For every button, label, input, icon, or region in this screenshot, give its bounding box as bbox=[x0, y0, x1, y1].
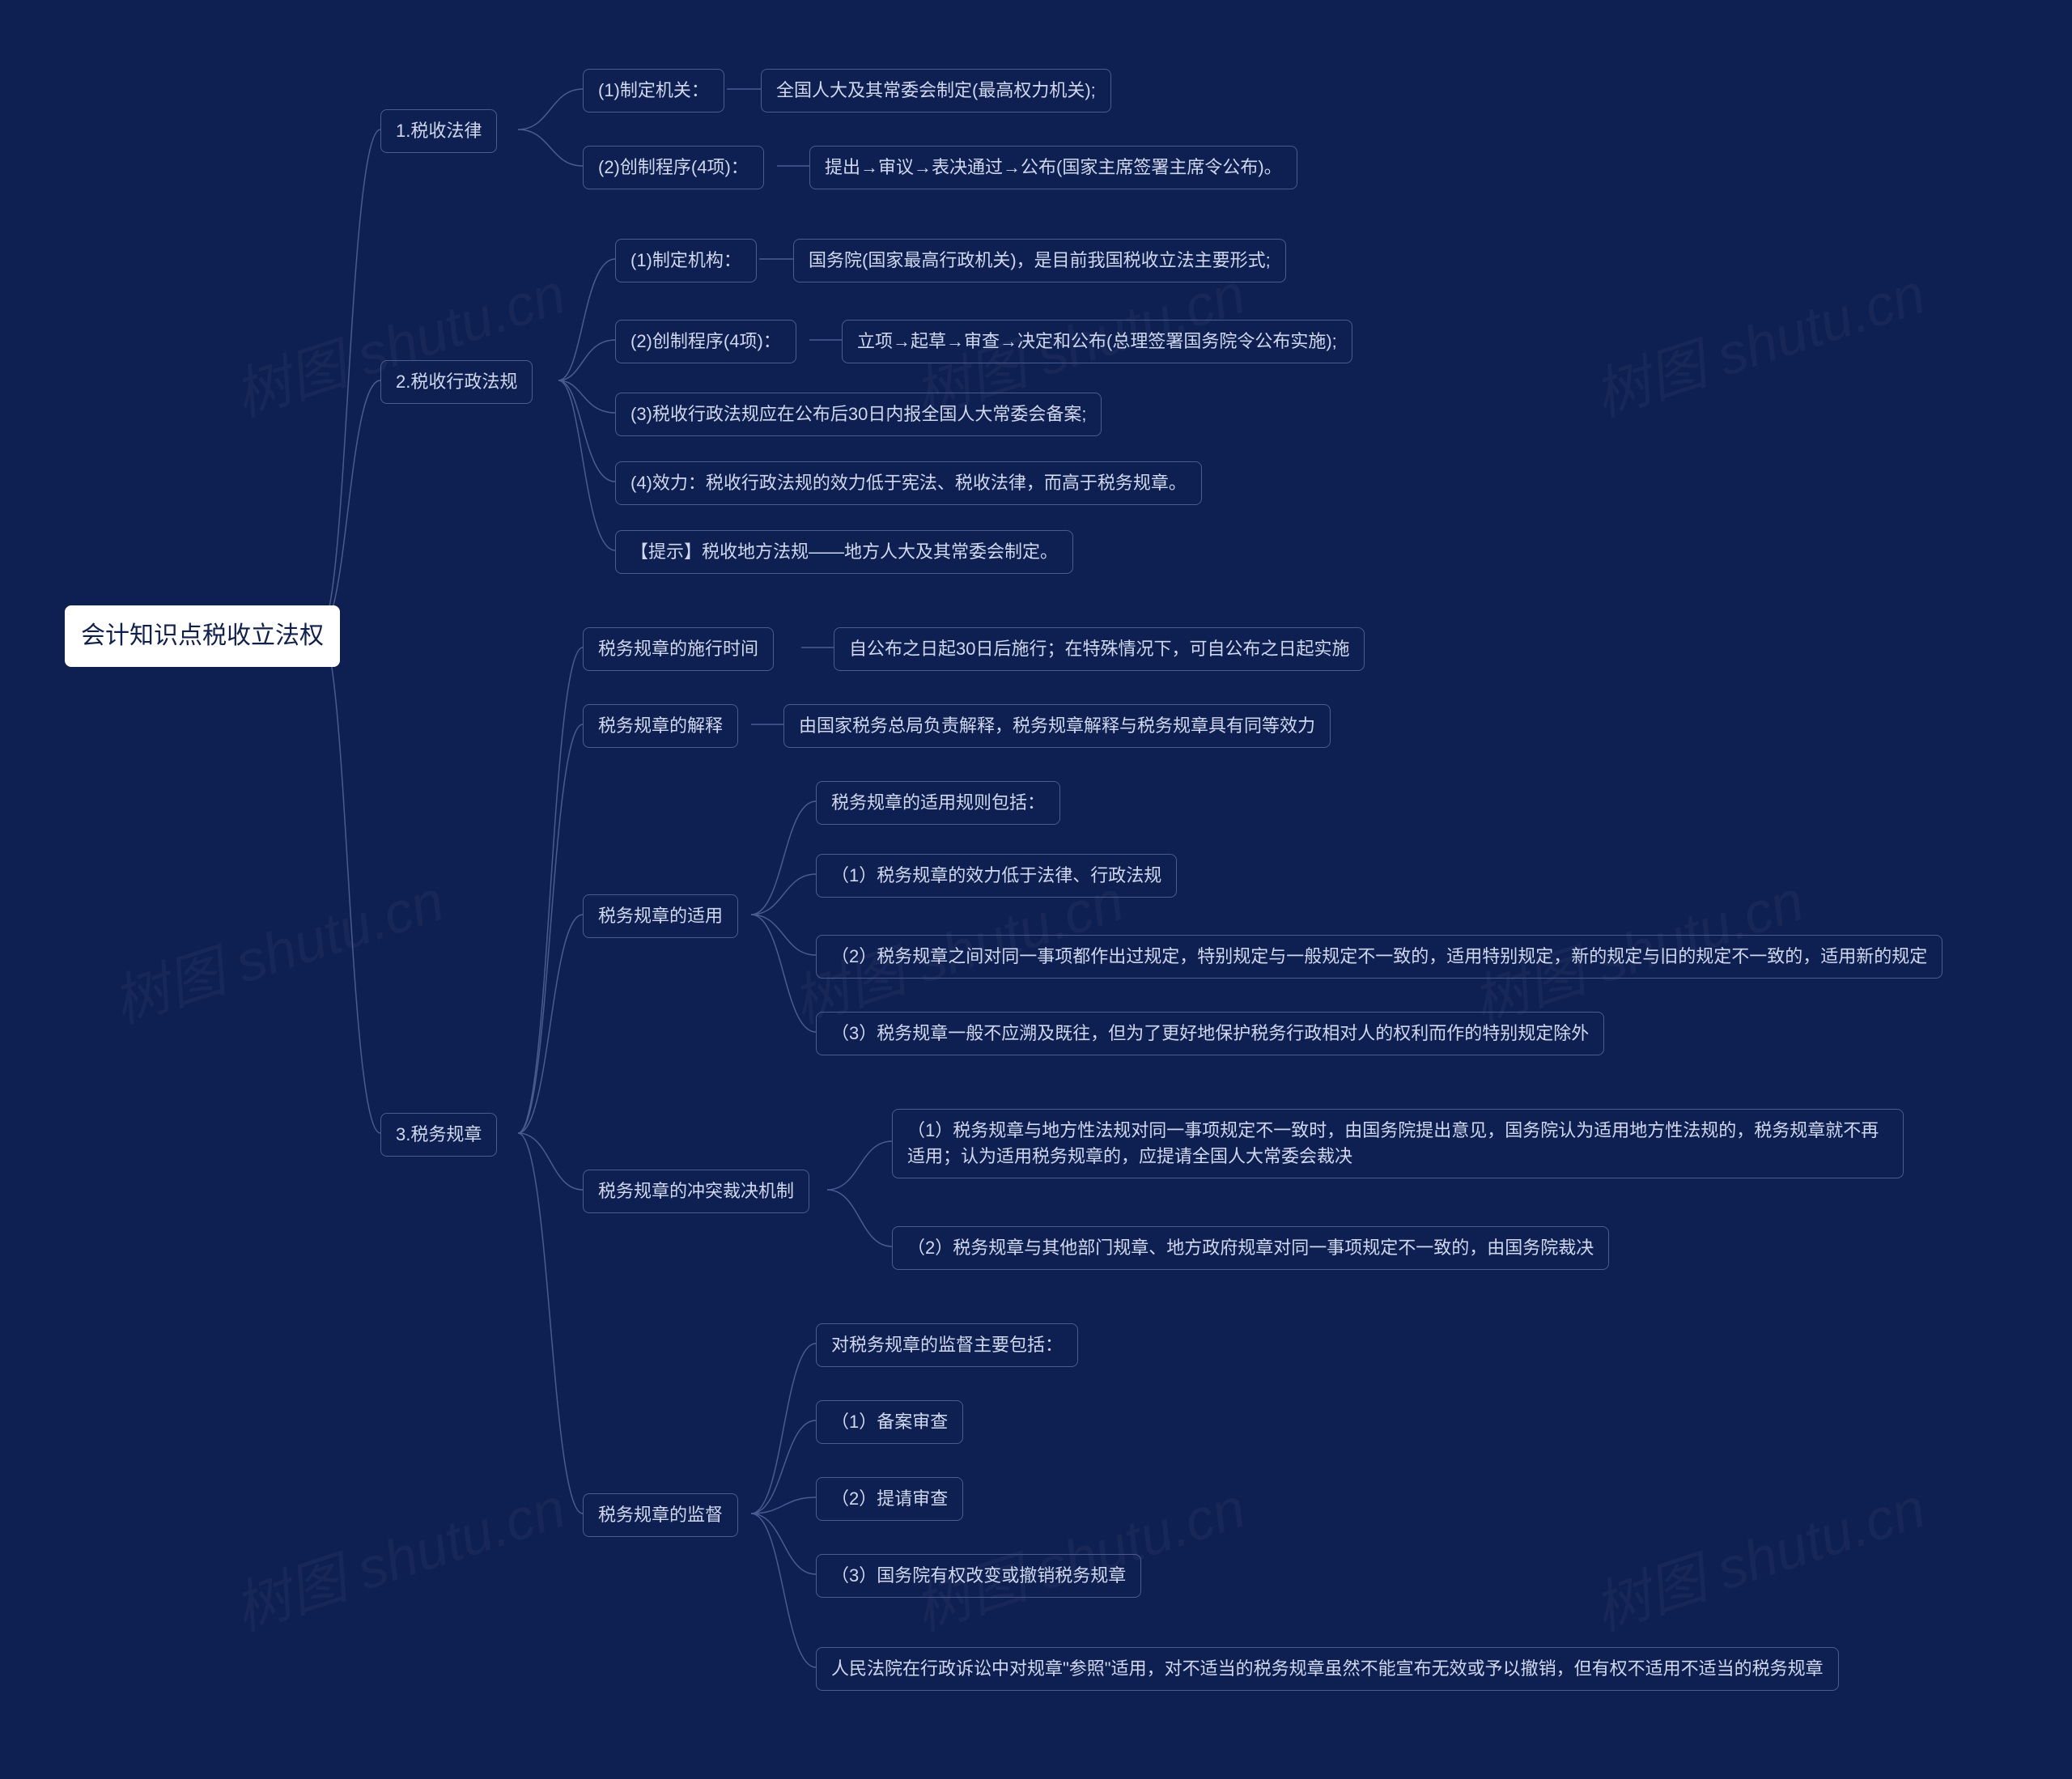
b2-n1: (1)制定机构： bbox=[615, 239, 757, 282]
b2-n2a: 立项→起草→审查→决定和公布(总理签署国务院令公布实施); bbox=[842, 320, 1352, 363]
b1-n2a: 提出→审议→表决通过→公布(国家主席签署主席令公布)。 bbox=[809, 146, 1297, 189]
b3-g3-l2: （1）税务规章的效力低于法律、行政法规 bbox=[816, 854, 1177, 898]
watermark: 树图 shutu.cn bbox=[1582, 1463, 1934, 1646]
watermark: 树图 shutu.cn bbox=[1582, 248, 1934, 432]
b2-n3: (3)税收行政法规应在公布后30日内报全国人大常委会备案; bbox=[615, 393, 1102, 436]
b3-g5-label: 税务规章的监督 bbox=[583, 1493, 738, 1537]
watermark: 树图 shutu.cn bbox=[223, 248, 575, 432]
watermark: 树图 shutu.cn bbox=[223, 1463, 575, 1646]
b3-g4-label: 税务规章的冲突裁决机制 bbox=[583, 1170, 809, 1213]
b1-n1a: 全国人大及其常委会制定(最高权力机关); bbox=[761, 69, 1111, 113]
b3-g4-l1: （1）税务规章与地方性法规对同一事项规定不一致时，由国务院提出意见，国务院认为适… bbox=[892, 1109, 1904, 1178]
b3-g5-l2: （1）备案审查 bbox=[816, 1400, 963, 1444]
b2-n2: (2)创制程序(4项)： bbox=[615, 320, 796, 363]
b3-g5-l1: 对税务规章的监督主要包括： bbox=[816, 1323, 1078, 1367]
b3-g3-l3: （2）税务规章之间对同一事项都作出过规定，特别规定与一般规定不一致的，适用特别规… bbox=[816, 935, 1942, 979]
branch-tax-law: 1.税收法律 bbox=[380, 109, 497, 153]
b2-n1a: 国务院(国家最高行政机关)，是目前我国税收立法主要形式; bbox=[793, 239, 1286, 282]
b3-g5-l3: （2）提请审查 bbox=[816, 1477, 963, 1521]
b3-g5-l4: （3）国务院有权改变或撤销税务规章 bbox=[816, 1554, 1141, 1598]
branch-tax-rules: 3.税务规章 bbox=[380, 1113, 497, 1157]
b3-g1-leaf: 自公布之日起30日后施行；在特殊情况下，可自公布之日起实施 bbox=[834, 627, 1365, 671]
b1-n1: (1)制定机关： bbox=[583, 69, 724, 113]
b3-g3-l4: （3）税务规章一般不应溯及既往，但为了更好地保护税务行政相对人的权利而作的特别规… bbox=[816, 1012, 1604, 1055]
b3-g3-label: 税务规章的适用 bbox=[583, 894, 738, 938]
branch-admin-regs: 2.税收行政法规 bbox=[380, 360, 533, 404]
b2-n5: 【提示】税收地方法规——地方人大及其常委会制定。 bbox=[615, 530, 1073, 574]
root-node: 会计知识点税收立法权 bbox=[65, 605, 340, 667]
b3-g2-leaf: 由国家税务总局负责解释，税务规章解释与税务规章具有同等效力 bbox=[783, 704, 1331, 748]
b3-g3-l1: 税务规章的适用规则包括： bbox=[816, 781, 1060, 825]
b2-n4: (4)效力：税收行政法规的效力低于宪法、税收法律，而高于税务规章。 bbox=[615, 461, 1202, 505]
b3-g1-label: 税务规章的施行时间 bbox=[583, 627, 774, 671]
b3-g5-l5: 人民法院在行政诉讼中对规章"参照"适用，对不适当的税务规章虽然不能宣布无效或予以… bbox=[816, 1647, 1839, 1691]
b1-n2: (2)创制程序(4项)： bbox=[583, 146, 764, 189]
b3-g2-label: 税务规章的解释 bbox=[583, 704, 738, 748]
b3-g4-l2: （2）税务规章与其他部门规章、地方政府规章对同一事项规定不一致的，由国务院裁决 bbox=[892, 1226, 1609, 1270]
watermark: 树图 shutu.cn bbox=[101, 856, 453, 1039]
